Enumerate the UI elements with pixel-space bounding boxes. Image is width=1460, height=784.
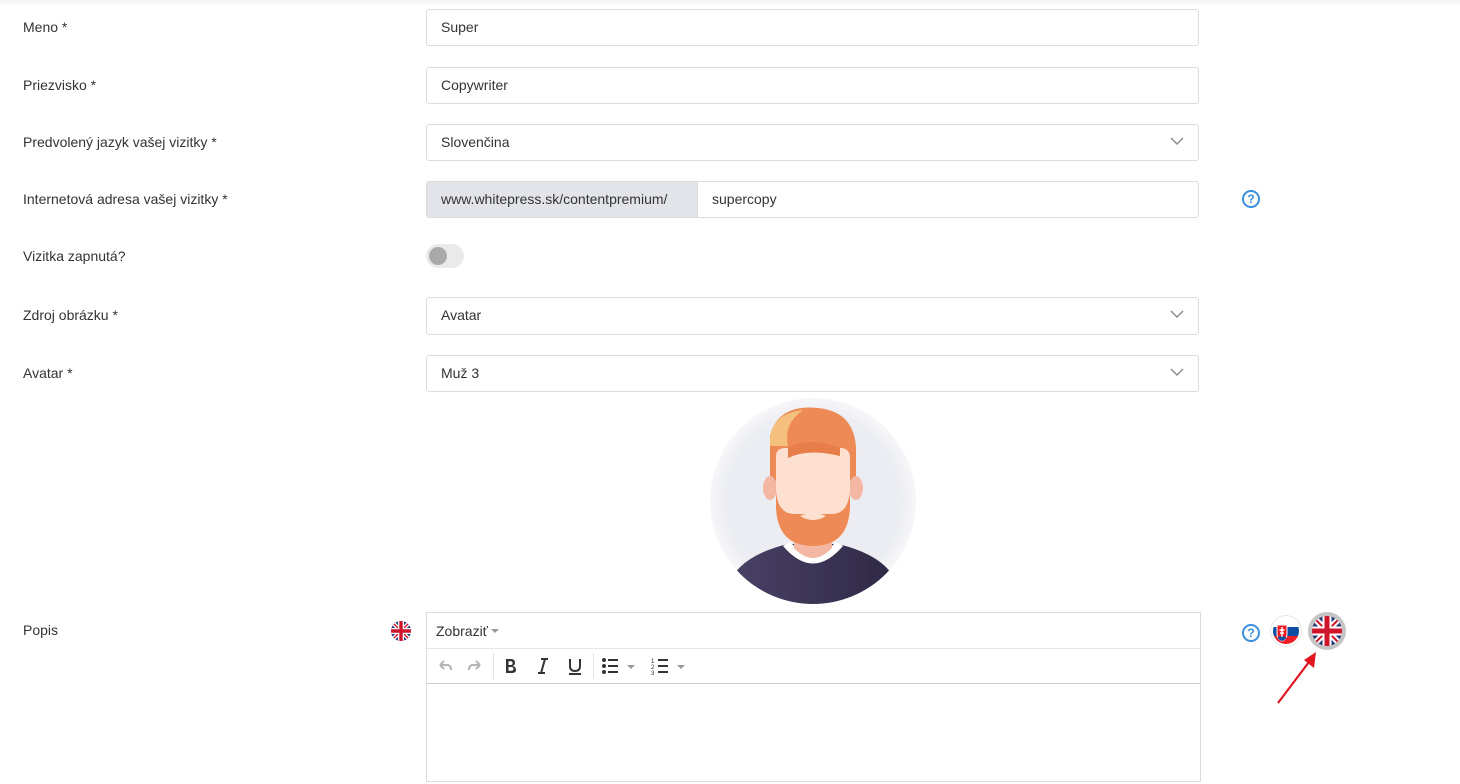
redo-icon[interactable] bbox=[465, 656, 485, 676]
caret-down-icon[interactable] bbox=[626, 656, 636, 676]
first-name-value: Super bbox=[441, 19, 479, 35]
undo-icon[interactable] bbox=[435, 656, 455, 676]
url-input-group: www.whitepress.sk/contentpremium/ superc… bbox=[426, 181, 1199, 218]
caret-down-icon[interactable] bbox=[676, 656, 686, 676]
last-name-value: Copywriter bbox=[441, 77, 508, 93]
avatar-value: Muž 3 bbox=[441, 365, 480, 381]
avatar-select[interactable]: Muž 3 bbox=[426, 355, 1199, 392]
first-name-label: Meno * bbox=[23, 19, 68, 35]
toolbar-separator bbox=[493, 653, 494, 679]
description-help-icon[interactable]: ? bbox=[1242, 624, 1260, 642]
enabled-label: Vizitka zapnutá? bbox=[23, 248, 126, 264]
url-help-icon[interactable]: ? bbox=[1242, 190, 1260, 208]
chevron-down-icon bbox=[1170, 368, 1184, 376]
uk-flag-selected-icon[interactable] bbox=[1307, 611, 1347, 651]
url-label: Internetová adresa vašej vizitky * bbox=[23, 191, 228, 207]
avatar-label: Avatar * bbox=[23, 365, 73, 381]
editor-content-area[interactable] bbox=[427, 684, 1200, 784]
editor-menubar: Zobraziť bbox=[427, 613, 1200, 649]
language-select[interactable]: Slovenčina bbox=[426, 124, 1199, 161]
image-source-label: Zdroj obrázku * bbox=[23, 307, 118, 323]
slovak-flag-icon[interactable] bbox=[1270, 615, 1302, 647]
top-shadow bbox=[0, 0, 1460, 6]
caret-down-icon bbox=[491, 629, 499, 633]
toggle-knob bbox=[429, 247, 447, 265]
chevron-down-icon bbox=[1170, 310, 1184, 318]
image-source-select[interactable]: Avatar bbox=[426, 297, 1199, 335]
language-value: Slovenčina bbox=[441, 134, 510, 150]
underline-icon[interactable] bbox=[565, 656, 585, 676]
italic-icon[interactable] bbox=[533, 656, 553, 676]
url-prefix: www.whitepress.sk/contentpremium/ bbox=[427, 182, 698, 217]
bold-icon[interactable] bbox=[500, 656, 520, 676]
view-menu[interactable]: Zobraziť bbox=[436, 623, 488, 639]
avatar-image bbox=[710, 398, 916, 604]
toolbar-separator bbox=[593, 653, 594, 679]
annotation-arrow-icon bbox=[1277, 652, 1316, 704]
svg-text:3: 3 bbox=[651, 671, 655, 676]
uk-flag-icon bbox=[391, 621, 411, 641]
last-name-input[interactable]: Copywriter bbox=[426, 67, 1199, 104]
numbered-list-icon[interactable]: 123 bbox=[650, 656, 670, 676]
description-editor: Zobraziť 123 bbox=[426, 612, 1201, 782]
editor-toolbar: 123 bbox=[427, 649, 1200, 684]
url-slug-input[interactable]: supercopy bbox=[712, 191, 777, 207]
chevron-down-icon bbox=[1170, 137, 1184, 145]
first-name-input[interactable]: Super bbox=[426, 9, 1199, 46]
url-prefix-text: www.whitepress.sk/contentpremium/ bbox=[441, 191, 668, 207]
last-name-label: Priezvisko * bbox=[23, 77, 97, 93]
image-source-value: Avatar bbox=[441, 307, 482, 323]
bullet-list-icon[interactable] bbox=[600, 656, 620, 676]
description-label: Popis bbox=[23, 622, 59, 638]
enabled-toggle[interactable] bbox=[426, 244, 464, 268]
language-label: Predvolený jazyk vašej vizitky * bbox=[23, 134, 217, 150]
